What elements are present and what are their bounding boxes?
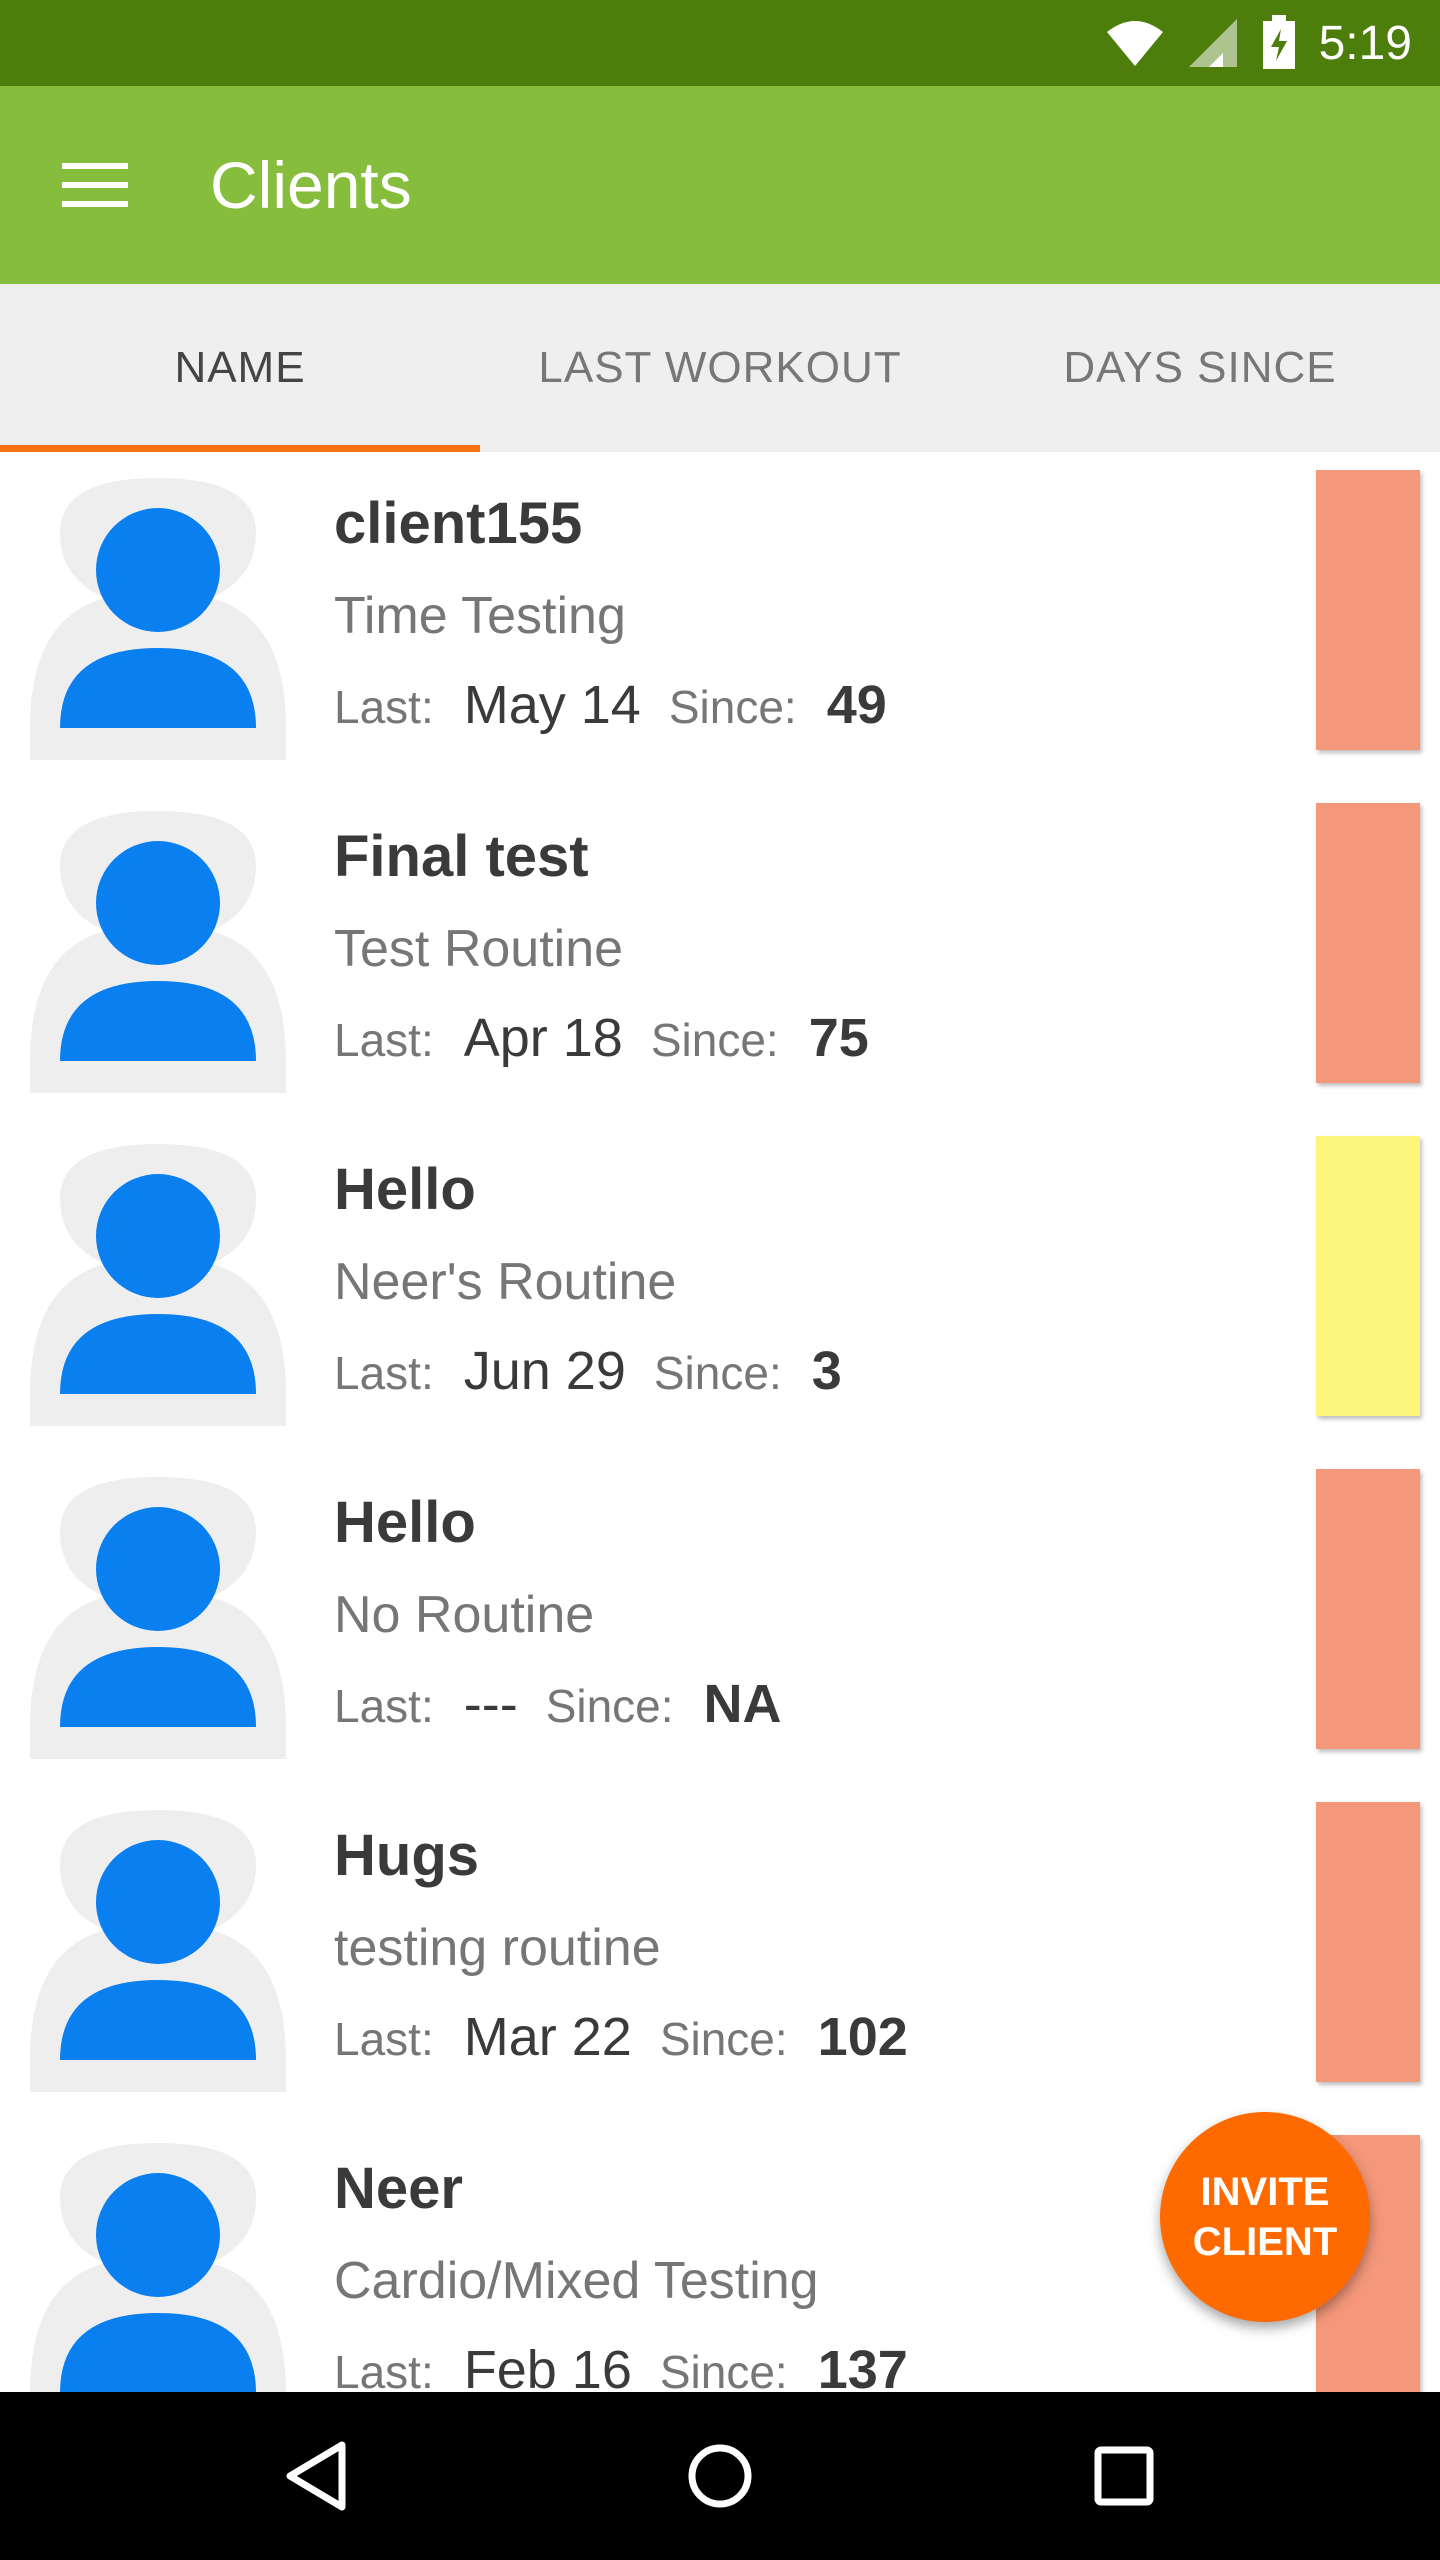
days-since-value: 3 [811, 1341, 842, 1401]
client-routine: No Routine [334, 1586, 595, 1644]
app-bar: Clients [0, 86, 1440, 284]
last-label: Last: [334, 1680, 434, 1732]
status-indicator [1316, 1469, 1420, 1749]
avatar-icon [30, 2143, 286, 2392]
clock: 5:19 [1318, 16, 1412, 70]
client-name: Neer [334, 2156, 463, 2221]
status-indicator [1316, 470, 1420, 750]
since-label: Since: [545, 1680, 674, 1732]
status-indicator [1316, 1136, 1420, 1416]
menu-button[interactable] [40, 141, 150, 229]
client-routine: Neer's Routine [334, 1253, 677, 1311]
status-indicator [1316, 1802, 1420, 2082]
client-list: client155 Time Testing Last: May 14 Sinc… [0, 452, 1440, 2392]
avatar-icon [30, 1477, 286, 1759]
recents-icon [1094, 2446, 1154, 2506]
status-indicator [1316, 803, 1420, 1083]
client-routine: Cardio/Mixed Testing [334, 2252, 819, 2310]
client-meta: Last: Mar 22 Since: 102 [334, 2006, 908, 2068]
last-label: Last: [334, 1014, 434, 1066]
last-label: Last: [334, 1347, 434, 1399]
tab-days-since-label: DAYS SINCE [1063, 343, 1337, 392]
wifi-icon [1106, 21, 1163, 66]
last-workout-date: Apr 18 [463, 1008, 623, 1068]
invite-client-label-line1: INVITE [1200, 2170, 1330, 2214]
client-meta: Last: Jun 29 Since: 3 [334, 1340, 842, 1402]
client-row[interactable]: client155 Time Testing Last: May 14 Sinc… [0, 452, 1440, 785]
client-name: Hugs [334, 1823, 479, 1888]
days-since-value: NA [703, 1674, 782, 1734]
tab-last-workout-label: LAST WORKOUT [538, 343, 902, 392]
tab-name[interactable]: NAME [0, 284, 480, 452]
since-label: Since: [653, 1347, 782, 1399]
client-name: Hello [334, 1157, 476, 1222]
days-since-value: 75 [808, 1008, 869, 1068]
client-routine: testing routine [334, 1919, 661, 1977]
last-workout-date: Feb 16 [463, 2340, 632, 2392]
client-row[interactable]: Hello Neer's Routine Last: Jun 29 Since:… [0, 1118, 1440, 1451]
client-routine: Test Routine [334, 920, 624, 978]
tab-last-workout[interactable]: LAST WORKOUT [480, 284, 960, 452]
hamburger-menu-icon [62, 163, 128, 207]
client-meta: Last: Feb 16 Since: 137 [334, 2339, 908, 2392]
last-workout-date: May 14 [463, 675, 641, 735]
days-since-value: 102 [817, 2007, 908, 2067]
client-meta: Last: May 14 Since: 49 [334, 674, 887, 736]
active-tab-indicator [0, 445, 480, 452]
client-row[interactable]: Final test Test Routine Last: Apr 18 Sin… [0, 785, 1440, 1118]
days-since-value: 137 [817, 2340, 908, 2392]
client-routine: Time Testing [334, 587, 626, 645]
invite-client-button[interactable]: INVITE CLIENT [1160, 2112, 1370, 2322]
tab-name-label: NAME [174, 343, 306, 392]
last-label: Last: [334, 2013, 434, 2065]
system-nav-bar [0, 2392, 1440, 2560]
last-workout-date: Jun 29 [463, 1341, 626, 1401]
avatar-icon [30, 1144, 286, 1426]
since-label: Since: [650, 1014, 779, 1066]
sort-tabs: NAME LAST WORKOUT DAYS SINCE [0, 284, 1440, 452]
battery-charging-icon [1262, 15, 1295, 69]
page-title: Clients [210, 148, 412, 222]
last-workout-date: --- [463, 1674, 518, 1734]
since-label: Since: [659, 2346, 788, 2392]
client-name: Final test [334, 824, 589, 889]
client-name: client155 [334, 491, 583, 556]
home-button[interactable] [660, 2416, 780, 2536]
client-meta: Last: Apr 18 Since: 75 [334, 1007, 869, 1069]
last-label: Last: [334, 2346, 434, 2392]
avatar-icon [30, 811, 286, 1093]
recents-button[interactable] [1064, 2416, 1184, 2536]
status-icons: 5:19 [1105, 0, 1412, 86]
status-bar: 5:19 [0, 0, 1440, 86]
invite-client-label-line2: CLIENT [1192, 2220, 1338, 2264]
cell-signal-icon [1188, 19, 1237, 67]
client-row[interactable]: Hugs testing routine Last: Mar 22 Since:… [0, 1784, 1440, 2117]
since-label: Since: [659, 2013, 788, 2065]
avatar-icon [30, 478, 286, 760]
home-icon [688, 2444, 752, 2508]
client-name: Hello [334, 1490, 476, 1555]
last-label: Last: [334, 681, 434, 733]
last-workout-date: Mar 22 [463, 2007, 632, 2067]
back-button[interactable] [256, 2416, 376, 2536]
avatar-icon [30, 1810, 286, 2092]
tab-days-since[interactable]: DAYS SINCE [960, 284, 1440, 452]
client-meta: Last: --- Since: NA [334, 1673, 782, 1735]
days-since-value: 49 [826, 675, 887, 735]
since-label: Since: [668, 681, 797, 733]
client-row[interactable]: Hello No Routine Last: --- Since: NA [0, 1451, 1440, 1784]
back-icon [286, 2441, 346, 2511]
